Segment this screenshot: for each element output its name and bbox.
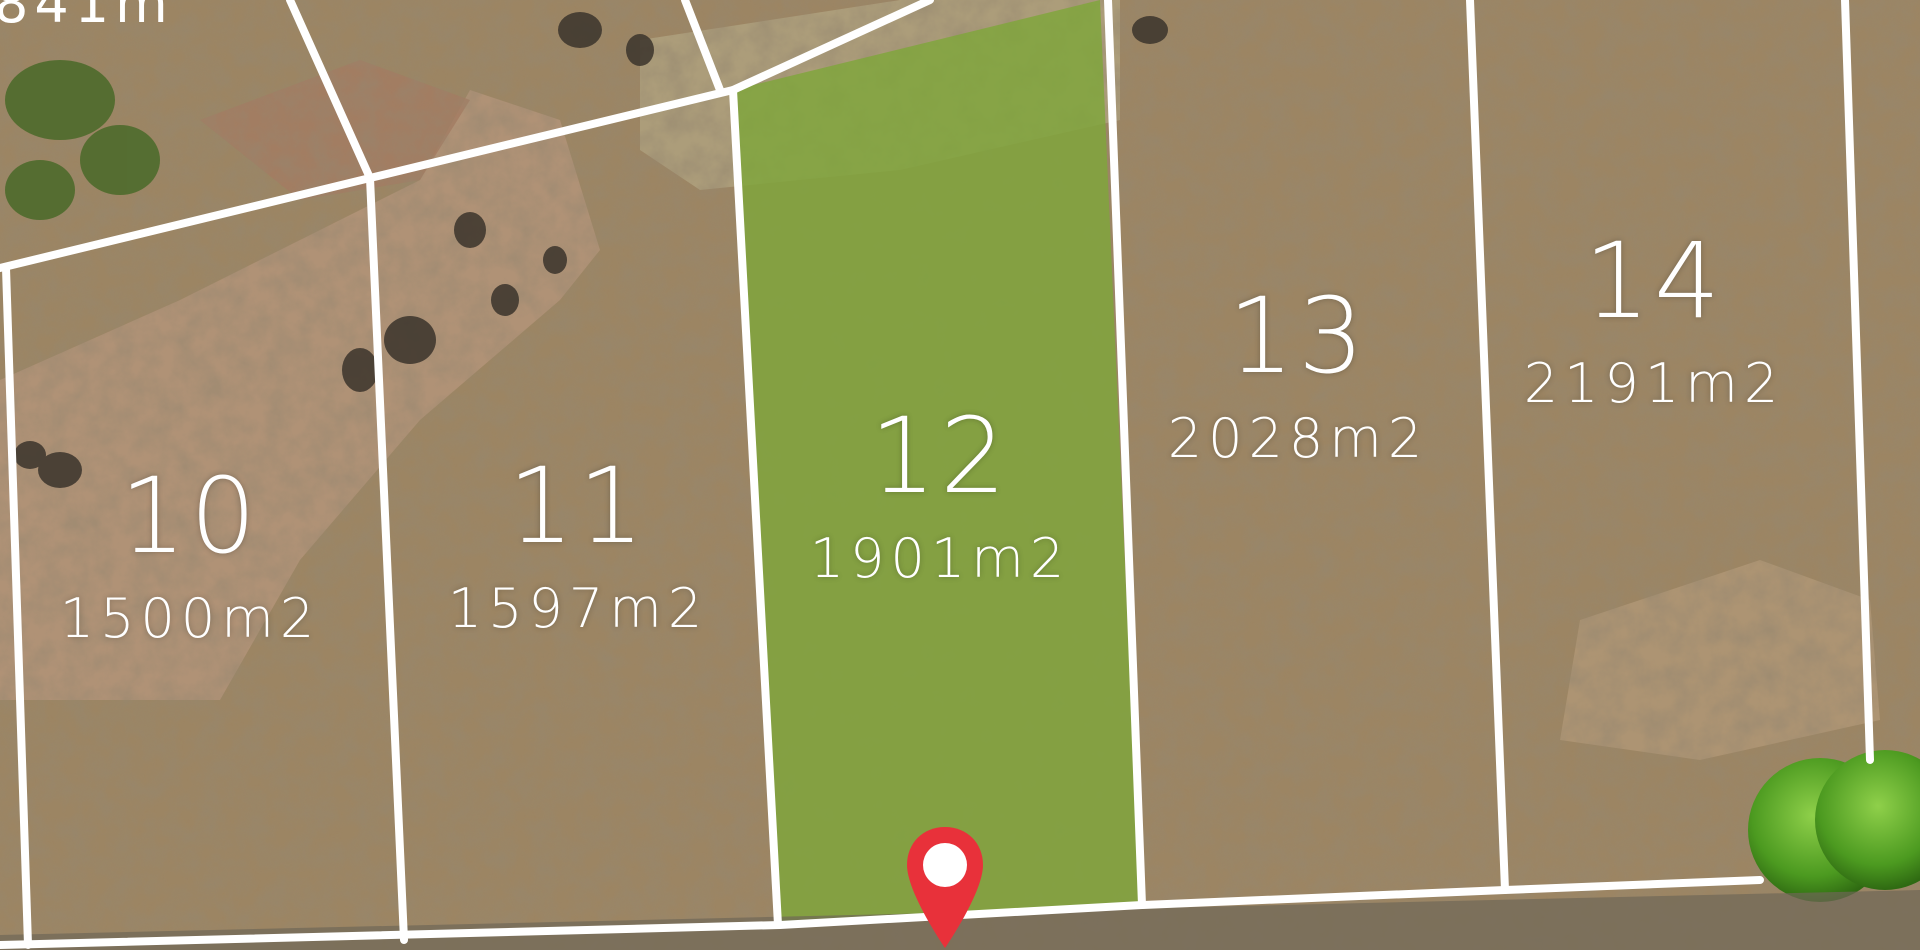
lot-area: 1901m2 (809, 527, 1071, 590)
lot-area: 1500m2 (59, 587, 321, 650)
lot-area: 2191m2 (1523, 352, 1785, 415)
lot-number: 11 (507, 445, 649, 567)
lot-number: 12 (869, 395, 1011, 517)
lot-number: 14 (1583, 220, 1725, 342)
lot-10[interactable]: 10 1500m2 (60, 464, 320, 646)
map-marker-icon[interactable] (903, 825, 987, 950)
lot-12[interactable]: 12 1901m2 (810, 404, 1070, 586)
lot-13[interactable]: 13 2028m2 (1168, 284, 1428, 466)
lot-number: 10 (119, 455, 261, 577)
lot-number: 13 (1227, 275, 1369, 397)
lot-14[interactable]: 14 2191m2 (1524, 229, 1784, 411)
lot-area: 1597m2 (447, 577, 709, 640)
lot-11[interactable]: 11 1597m2 (448, 454, 708, 636)
partial-lot-area-label: 841m (0, 0, 174, 35)
lot-area: 2028m2 (1167, 407, 1429, 470)
